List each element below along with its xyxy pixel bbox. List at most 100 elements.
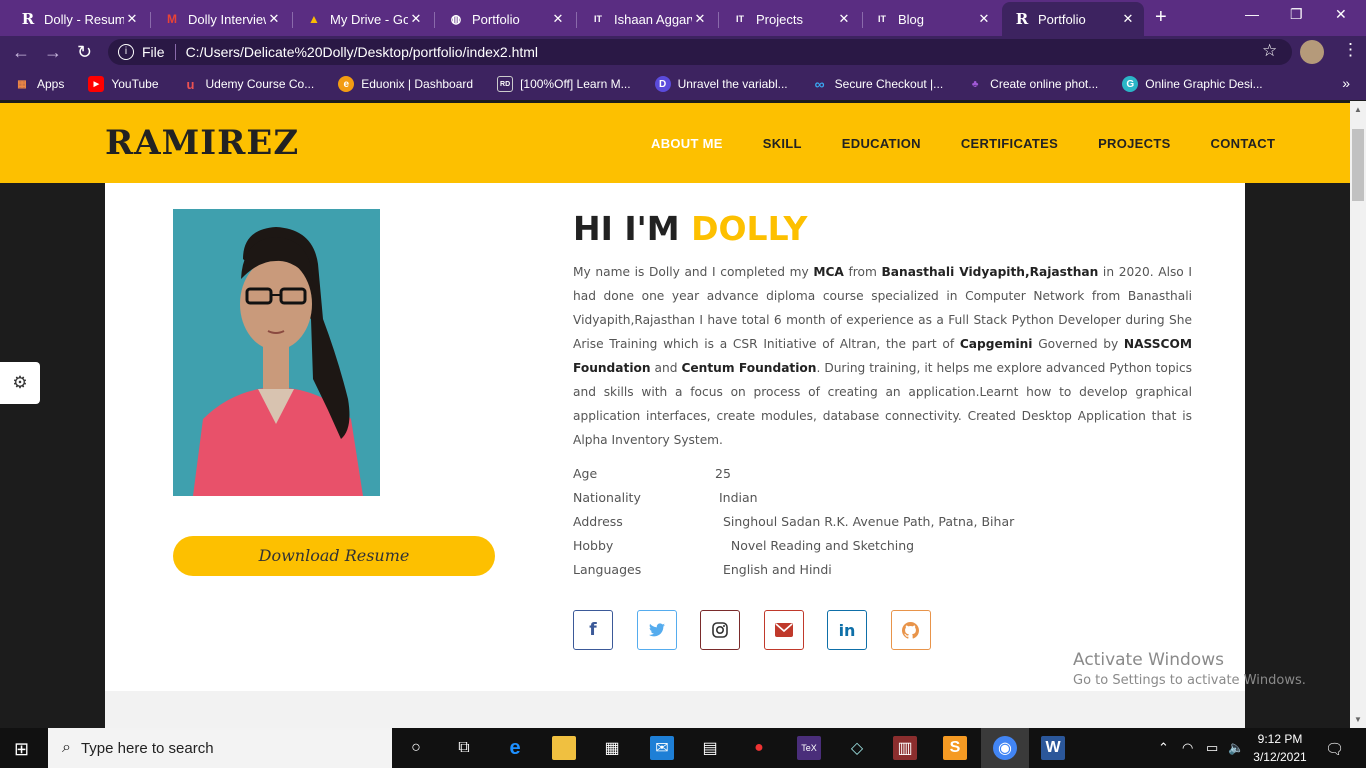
tab-blog[interactable]: IT Blog ✕ [862, 4, 1000, 34]
close-icon[interactable]: ✕ [124, 11, 140, 27]
nav-education[interactable]: EDUCATION [842, 136, 921, 151]
bookmark-graphic-design[interactable]: G Online Graphic Desi... [1122, 76, 1263, 92]
bookmark-apps[interactable]: ▦ Apps [14, 76, 64, 92]
nav-projects[interactable]: PROJECTS [1098, 136, 1170, 151]
taskbar-search[interactable]: ⌕ Type here to search [48, 728, 392, 768]
page-scrollbar[interactable]: ▲ ▼ [1350, 101, 1366, 728]
window-close-button[interactable]: ✕ [1335, 6, 1347, 23]
back-arrow-icon[interactable]: ← [12, 42, 30, 63]
notes-app-icon[interactable]: ◇ [845, 736, 869, 760]
download-resume-button[interactable]: Download Resume [173, 536, 495, 576]
bookmark-secure-checkout[interactable]: ∞ Secure Checkout |... [812, 76, 944, 92]
tab-dolly-interview[interactable]: M Dolly Interview ✕ [152, 4, 290, 34]
instagram-icon[interactable] [700, 610, 740, 650]
bookmark-star-icon[interactable]: ☆ [1262, 41, 1277, 61]
tab-title: Projects [756, 11, 803, 27]
notifications-icon[interactable]: 🗨 [1325, 740, 1344, 758]
bookmark-label: Create online phot... [990, 77, 1099, 91]
close-icon[interactable]: ✕ [266, 11, 282, 27]
bookmark-create-photo[interactable]: ♣ Create online phot... [967, 76, 1098, 92]
tab-portfolio-active[interactable]: R Portfolio ✕ [1002, 2, 1144, 36]
nav-certificates[interactable]: CERTIFICATES [961, 136, 1058, 151]
email-icon[interactable] [763, 610, 804, 650]
minimize-button[interactable]: — [1245, 6, 1259, 22]
word-icon[interactable]: W [1041, 736, 1065, 760]
edge-icon[interactable]: e [503, 736, 527, 760]
tray-overflow-icon[interactable]: ⌃ [1158, 740, 1169, 756]
bio-bold: MCA [813, 265, 844, 279]
gmail-icon: M [167, 12, 177, 26]
close-icon[interactable]: ✕ [1120, 11, 1136, 27]
cortana-icon[interactable]: ○ [404, 736, 428, 760]
info-key: Hobby [573, 538, 614, 553]
new-tab-button[interactable]: + [1155, 6, 1167, 29]
task-view-icon[interactable]: ⧉ [452, 736, 476, 760]
store-icon[interactable]: ▦ [600, 736, 624, 760]
sublime-text-icon[interactable]: S [943, 736, 967, 760]
url-text[interactable]: C:/Users/Delicate%20Dolly/Desktop/portfo… [186, 44, 538, 60]
windows-start-icon[interactable]: ⊞ [14, 739, 29, 760]
info-key: Age [573, 466, 598, 481]
nav-about-me[interactable]: ABOUT ME [651, 136, 723, 151]
infinity-icon: ∞ [814, 76, 825, 92]
scroll-up-icon[interactable]: ▲ [1354, 105, 1362, 114]
more-bookmarks-icon[interactable]: » [1342, 75, 1350, 91]
ramirez-favicon-icon: R [1015, 10, 1029, 28]
battery-icon[interactable]: ▭ [1206, 740, 1218, 756]
wifi-icon[interactable]: ◠ [1182, 740, 1193, 756]
bookmark-udemy[interactable]: u Udemy Course Co... [183, 76, 315, 92]
tab-projects[interactable]: IT Projects ✕ [720, 4, 860, 34]
document-app-icon[interactable]: ▤ [698, 736, 722, 760]
tab-dolly-resume[interactable]: R Dolly - Resume ✕ [8, 4, 148, 34]
bio-bold: Centum Foundation [681, 361, 817, 375]
close-icon[interactable]: ✕ [550, 11, 566, 27]
tab-portfolio[interactable]: ◍ Portfolio ✕ [436, 4, 574, 34]
udemy-icon: u [186, 76, 195, 92]
info-key: Languages [573, 562, 642, 577]
close-icon[interactable]: ✕ [692, 11, 708, 27]
bio-text: from [843, 265, 882, 279]
twitter-icon[interactable] [636, 610, 677, 650]
github-icon[interactable] [890, 610, 931, 650]
bookmark-label: Eduonix | Dashboard [361, 77, 474, 91]
google-drive-icon: ▲ [308, 12, 320, 26]
facebook-icon[interactable]: f [573, 610, 613, 650]
volume-icon[interactable]: 🔈 [1228, 740, 1244, 756]
bookmark-youtube[interactable]: ▶ YouTube [88, 76, 159, 92]
tex-app-icon[interactable]: TeX [797, 736, 821, 760]
address-bar[interactable]: i File C:/Users/Delicate%20Dolly/Desktop… [108, 39, 1292, 65]
profile-avatar[interactable] [1300, 40, 1324, 64]
scroll-down-icon[interactable]: ▼ [1354, 715, 1362, 724]
site-logo[interactable]: RAMIREZ [105, 123, 299, 163]
archiver-icon[interactable]: ▥ [893, 736, 917, 760]
tab-title: Portfolio [472, 11, 520, 27]
info-icon[interactable]: i [118, 44, 134, 60]
reload-icon[interactable]: ↻ [77, 42, 92, 63]
restore-button[interactable]: ❐ [1290, 6, 1303, 23]
close-icon[interactable]: ✕ [408, 11, 424, 27]
close-icon[interactable]: ✕ [976, 11, 992, 27]
scrollbar-thumb[interactable] [1352, 129, 1364, 201]
tab-ishaan[interactable]: IT Ishaan Aggarw ✕ [578, 4, 716, 34]
bookmark-learn[interactable]: RD [100%Off] Learn M... [497, 76, 631, 92]
chrome-icon[interactable]: ◉ [993, 736, 1017, 760]
file-explorer-icon[interactable] [552, 736, 576, 760]
tab-title: Ishaan Aggarw [614, 11, 692, 27]
forward-arrow-icon[interactable]: → [44, 42, 62, 63]
bookmark-unravel[interactable]: D Unravel the variabl... [654, 76, 788, 92]
linkedin-icon[interactable]: in [827, 610, 867, 650]
ramirez-favicon-icon: R [21, 10, 35, 28]
mail-icon[interactable]: ✉ [650, 736, 674, 760]
nav-contact[interactable]: CONTACT [1211, 136, 1276, 151]
info-value: Novel Reading and Sketching [715, 538, 915, 553]
recorder-icon[interactable]: ● [747, 736, 771, 760]
taskbar-clock[interactable]: 9:12 PM 3/12/2021 [1250, 730, 1310, 766]
close-icon[interactable]: ✕ [836, 11, 852, 27]
tab-title: My Drive - Go [330, 11, 408, 27]
site-header: RAMIREZ ABOUT ME SKILL EDUCATION CERTIFI… [0, 103, 1350, 183]
settings-gear-icon[interactable]: ⚙ [0, 362, 40, 404]
nav-skill[interactable]: SKILL [763, 136, 802, 151]
bookmark-eduonix[interactable]: e Eduonix | Dashboard [338, 76, 473, 92]
tab-my-drive[interactable]: ▲ My Drive - Go ✕ [294, 4, 432, 34]
kebab-menu-icon[interactable]: ⋮ [1342, 40, 1359, 60]
